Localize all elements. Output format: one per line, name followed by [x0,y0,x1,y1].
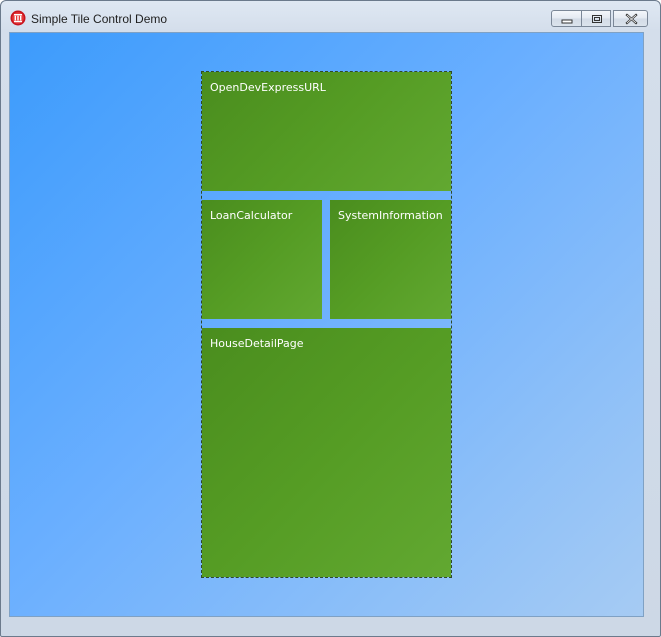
tile-label: HouseDetailPage [210,337,304,350]
close-button[interactable] [613,10,648,27]
window-title: Simple Tile Control Demo [31,12,168,26]
tile-system-information[interactable]: SystemInformation [330,200,451,319]
minimize-icon [561,19,573,24]
tile-control[interactable]: OpenDevExpressURL LoanCalculator SystemI… [9,32,644,617]
tile-label: OpenDevExpressURL [210,81,326,94]
tile-label: LoanCalculator [210,209,293,222]
minimize-button[interactable] [551,10,582,27]
tile-house-detail-page[interactable]: HouseDetailPage [202,328,451,577]
tile-open-devexpress-url[interactable]: OpenDevExpressURL [202,72,451,191]
tile-group: OpenDevExpressURL LoanCalculator SystemI… [201,71,452,578]
devexpress-logo-icon [10,10,26,26]
app-window: Simple Tile Control Demo OpenDevExpressU… [0,0,661,637]
restore-button[interactable] [581,10,611,27]
close-icon [625,13,638,25]
restore-icon [592,15,602,23]
tile-loan-calculator[interactable]: LoanCalculator [202,200,322,319]
title-bar[interactable]: Simple Tile Control Demo [1,1,660,31]
tile-label: SystemInformation [338,209,443,222]
caption-buttons [551,10,648,27]
